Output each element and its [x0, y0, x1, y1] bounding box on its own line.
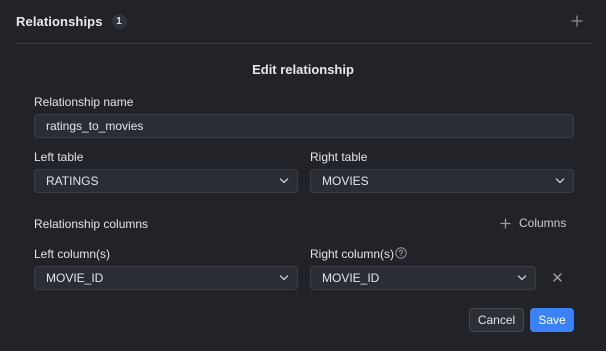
- right-columns-label: Right column(s): [310, 247, 395, 261]
- edit-relationship-title: Edit relationship: [252, 62, 354, 77]
- relationship-name-field[interactable]: [34, 114, 574, 138]
- right-column-select[interactable]: MOVIE_ID: [310, 266, 536, 290]
- section-header: Relationships 1: [16, 10, 592, 32]
- relationship-columns-label: Relationship columns: [34, 217, 149, 231]
- chevron-down-icon: [279, 178, 289, 184]
- right-table-label: Right table: [310, 150, 368, 164]
- question-circle-icon[interactable]: [395, 247, 407, 259]
- right-table-value: MOVIES: [322, 174, 369, 188]
- add-columns-button[interactable]: Columns: [500, 213, 566, 233]
- chevron-down-icon: [279, 275, 289, 281]
- left-table-value: RATINGS: [46, 174, 99, 188]
- right-table-select[interactable]: MOVIES: [310, 169, 574, 193]
- relationship-name-label: Relationship name: [34, 95, 134, 109]
- divider: [16, 43, 592, 44]
- chevron-down-icon: [555, 178, 565, 184]
- chevron-down-icon: [517, 275, 527, 281]
- section-title: Relationships: [16, 13, 103, 29]
- relationships-panel: Relationships 1 Edit relationship Relati…: [0, 0, 606, 351]
- add-columns-label: Columns: [519, 216, 567, 230]
- left-table-select[interactable]: RATINGS: [34, 169, 298, 193]
- plus-icon[interactable]: [570, 14, 584, 28]
- right-column-value: MOVIE_ID: [322, 271, 380, 285]
- left-columns-label: Left column(s): [34, 247, 111, 261]
- left-column-select[interactable]: MOVIE_ID: [34, 266, 298, 290]
- left-column-value: MOVIE_ID: [46, 271, 104, 285]
- plus-icon: [500, 217, 511, 229]
- cancel-button[interactable]: Cancel: [469, 308, 524, 332]
- count-badge: 1: [111, 13, 127, 29]
- relationship-name-input[interactable]: [46, 119, 573, 133]
- save-button[interactable]: Save: [530, 308, 574, 332]
- left-table-label: Left table: [34, 150, 84, 164]
- close-icon[interactable]: [552, 272, 563, 283]
